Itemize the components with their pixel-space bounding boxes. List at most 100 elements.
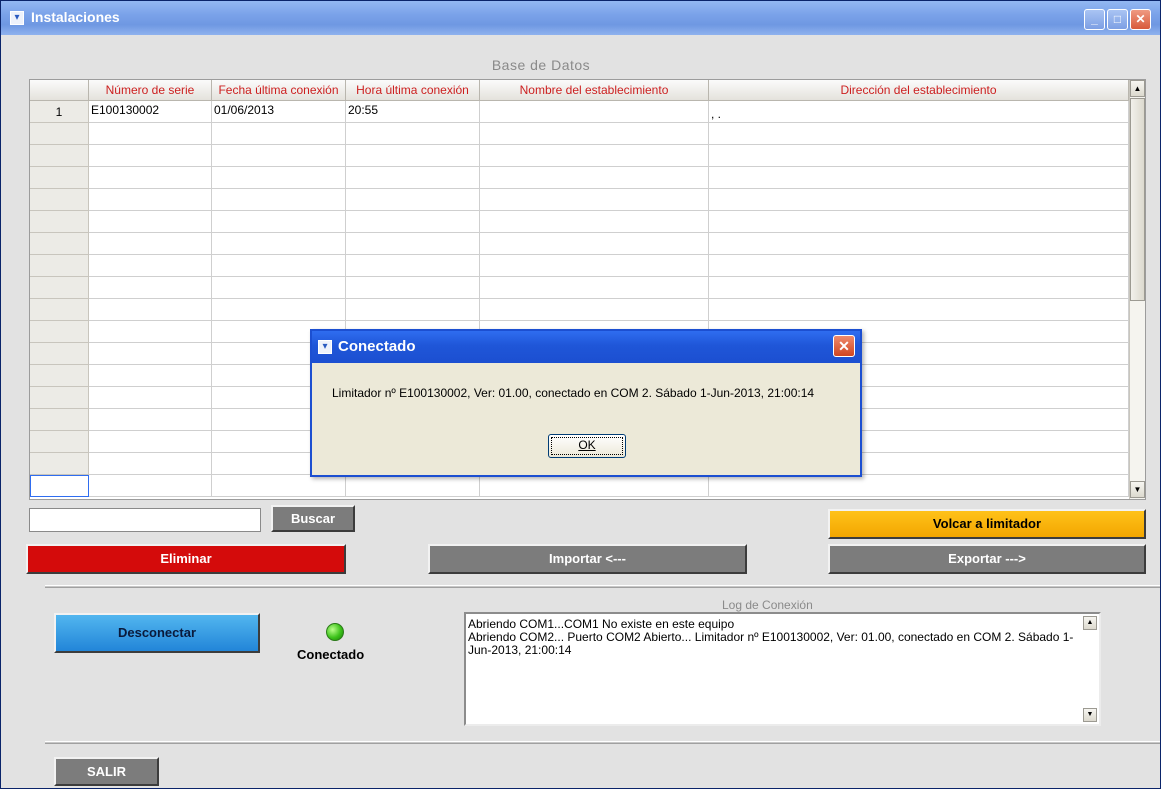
grid-cell[interactable]	[346, 189, 480, 211]
grid-cell[interactable]	[346, 299, 480, 321]
grid-cell[interactable]	[212, 189, 346, 211]
row-header[interactable]	[30, 123, 89, 145]
grid-cell[interactable]	[212, 145, 346, 167]
grid-cell[interactable]	[480, 255, 709, 277]
grid-cell[interactable]	[89, 211, 212, 233]
column-header-serial[interactable]: Número de serie	[89, 80, 212, 101]
grid-cell[interactable]	[89, 167, 212, 189]
row-header[interactable]	[30, 167, 89, 189]
grid-cell[interactable]	[89, 255, 212, 277]
grid-cell[interactable]	[480, 167, 709, 189]
export-button[interactable]: Exportar --->	[828, 544, 1146, 574]
title-bar[interactable]: ▾ Instalaciones _ □ ✕	[1, 1, 1160, 35]
grid-cell[interactable]	[89, 365, 212, 387]
search-input[interactable]	[29, 508, 261, 532]
column-header-date[interactable]: Fecha última conexión	[212, 80, 346, 101]
grid-cell[interactable]	[212, 123, 346, 145]
grid-cell[interactable]	[212, 299, 346, 321]
grid-cell[interactable]	[89, 409, 212, 431]
search-button[interactable]: Buscar	[271, 505, 355, 532]
row-header[interactable]	[30, 277, 89, 299]
grid-cell[interactable]	[89, 277, 212, 299]
exit-button[interactable]: SALIR	[54, 757, 159, 786]
log-scroll-down-icon[interactable]: ▼	[1083, 708, 1097, 722]
grid-cell[interactable]	[480, 123, 709, 145]
grid-cell[interactable]	[480, 211, 709, 233]
grid-cell[interactable]	[212, 211, 346, 233]
grid-cell[interactable]	[709, 299, 1129, 321]
grid-cell[interactable]	[89, 123, 212, 145]
row-header[interactable]	[30, 453, 89, 475]
row-header[interactable]: 1	[30, 101, 89, 123]
row-header[interactable]	[30, 189, 89, 211]
grid-vertical-scrollbar[interactable]: ▲ ▼	[1129, 80, 1145, 499]
row-header[interactable]	[30, 211, 89, 233]
row-header[interactable]	[30, 365, 89, 387]
grid-cell[interactable]	[709, 145, 1129, 167]
dialog-title-bar[interactable]: ▾ Conectado ✕	[312, 331, 860, 363]
scroll-thumb[interactable]	[1130, 98, 1145, 301]
grid-cell[interactable]	[346, 123, 480, 145]
grid-cell[interactable]	[709, 211, 1129, 233]
grid-cell[interactable]	[709, 123, 1129, 145]
grid-cell[interactable]	[346, 255, 480, 277]
grid-cell[interactable]	[346, 211, 480, 233]
close-button[interactable]: ✕	[1130, 9, 1151, 30]
disconnect-button[interactable]: Desconectar	[54, 613, 260, 653]
grid-cell[interactable]	[480, 299, 709, 321]
corner-header[interactable]	[30, 80, 89, 101]
grid-cell[interactable]	[89, 321, 212, 343]
app-icon[interactable]: ▾	[10, 11, 24, 25]
grid-cell[interactable]	[346, 167, 480, 189]
grid-cell[interactable]	[709, 475, 1129, 497]
grid-cell[interactable]	[89, 299, 212, 321]
row-header[interactable]	[30, 321, 89, 343]
maximize-button[interactable]: □	[1107, 9, 1128, 30]
grid-cell[interactable]	[212, 233, 346, 255]
import-button[interactable]: Importar <---	[428, 544, 747, 574]
row-header[interactable]	[30, 145, 89, 167]
row-header[interactable]	[30, 409, 89, 431]
grid-cell[interactable]	[346, 145, 480, 167]
row-header[interactable]	[30, 431, 89, 453]
grid-cell[interactable]	[89, 431, 212, 453]
grid-cell[interactable]	[480, 189, 709, 211]
grid-cell[interactable]	[480, 145, 709, 167]
volcar-limitador-button[interactable]: Volcar a limitador	[828, 509, 1146, 539]
grid-cell[interactable]	[480, 475, 709, 497]
grid-cell[interactable]	[346, 475, 480, 497]
column-header-address[interactable]: Dirección del establecimiento	[709, 80, 1129, 101]
row-header[interactable]	[30, 233, 89, 255]
scroll-up-arrow-icon[interactable]: ▲	[1130, 80, 1145, 97]
grid-cell[interactable]	[346, 277, 480, 299]
ok-button[interactable]: OK	[548, 434, 626, 458]
grid-cell[interactable]	[89, 453, 212, 475]
grid-cell[interactable]	[709, 189, 1129, 211]
scroll-down-arrow-icon[interactable]: ▼	[1130, 481, 1145, 498]
log-scroll-up-icon[interactable]: ▲	[1083, 616, 1097, 630]
grid-cell[interactable]	[212, 255, 346, 277]
row-header[interactable]	[30, 255, 89, 277]
grid-cell[interactable]	[709, 277, 1129, 299]
cell-address[interactable]: , .	[709, 101, 1129, 123]
cell-time[interactable]: 20:55	[346, 101, 480, 123]
grid-cell[interactable]	[212, 277, 346, 299]
cell-date[interactable]: 01/06/2013	[212, 101, 346, 123]
minimize-button[interactable]: _	[1084, 9, 1105, 30]
row-header[interactable]	[30, 475, 89, 497]
grid-cell[interactable]	[709, 255, 1129, 277]
grid-cell[interactable]	[89, 343, 212, 365]
grid-cell[interactable]	[89, 189, 212, 211]
grid-cell[interactable]	[480, 277, 709, 299]
grid-cell[interactable]	[709, 233, 1129, 255]
dialog-close-icon[interactable]: ✕	[833, 335, 855, 357]
row-header[interactable]	[30, 343, 89, 365]
row-header[interactable]	[30, 387, 89, 409]
grid-cell[interactable]	[709, 167, 1129, 189]
grid-cell[interactable]	[212, 475, 346, 497]
grid-cell[interactable]	[480, 233, 709, 255]
column-header-name[interactable]: Nombre del establecimiento	[480, 80, 709, 101]
grid-cell[interactable]	[89, 475, 212, 497]
grid-cell[interactable]	[89, 145, 212, 167]
cell-name[interactable]	[480, 101, 709, 123]
